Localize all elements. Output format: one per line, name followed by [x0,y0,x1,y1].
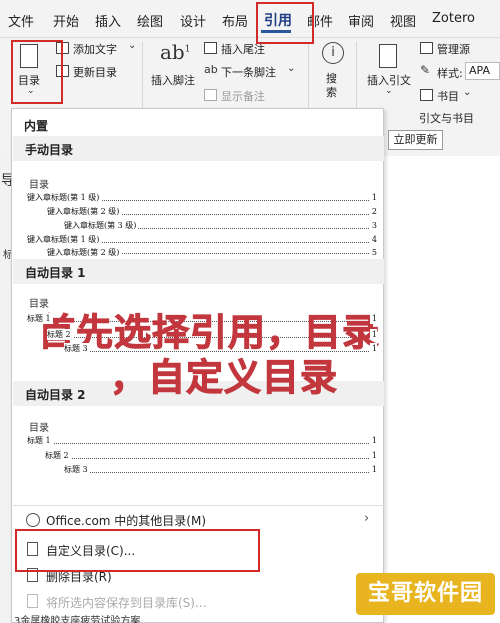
manage-sources-icon [420,42,433,54]
toc-preview-line: 键入章标题(第 2 级) 5 [47,247,377,256]
active-tab-indicator [261,30,291,33]
toc-preview-line: 标题 11 [27,435,377,446]
custom-toc-icon [27,542,38,556]
tab-home[interactable]: 开始 [53,11,79,30]
document-title-text: 3金属橡胶支座疲劳试验方案 [14,616,141,623]
document-area [388,156,500,623]
add-text-button[interactable]: 添加文字 [73,41,117,57]
tab-insert[interactable]: 插入 [95,11,121,30]
tab-design[interactable]: 设计 [180,11,206,30]
chevron-right-icon: › [364,511,370,526]
insert-citation-icon [379,44,397,68]
toc-preview-title: 目录 [29,423,49,434]
insert-footnote-button[interactable]: 插入脚注 [151,72,195,88]
remove-toc-icon [27,568,38,582]
show-notes-button[interactable]: 显示备注 [221,88,265,104]
toc-preview-line: 键入章标题(第 3 级) 3 [64,220,377,231]
auto-toc-2-gallery-item[interactable]: 目录 标题 11 标题 21 标题 31 [17,409,383,489]
bibliography-button[interactable]: 书目 [437,88,459,104]
update-toc-icon [56,65,69,77]
tab-zotero[interactable]: Zotero [432,11,475,26]
tab-file[interactable]: 文件 [8,11,34,30]
overlay-instruction-line2: ，自定义目录 [110,356,338,400]
toc-preview-line: 键入章标题(第 2 级) 2 [47,206,377,217]
next-footnote-button[interactable]: 下一条脚注 [221,64,276,80]
search-button[interactable]: 搜索 [326,72,340,100]
globe-icon [26,513,40,527]
manual-toc-gallery-item[interactable]: 目录 键入章标题(第 1 级) 1 键入章标题(第 2 级) 2 键入章标题(第 3… [17,166,383,256]
manual-toc-header: 手动目录 [13,136,384,161]
builtin-section-label: 内置 [24,119,49,133]
add-text-chevron-icon[interactable]: ⌄ [128,41,136,51]
remove-toc-menu-item[interactable]: 删除目录(R) [12,565,372,587]
word-window: 文件 开始 插入 绘图 设计 布局 引用 邮件 审阅 视图 Zotero 目录 … [0,0,500,623]
style-label: 样式: [437,67,463,80]
custom-toc-menu-item[interactable]: 自定义目录(C)... [12,539,372,561]
save-selection-menu-item[interactable]: 将所选内容保存到目录库(S)... [12,591,372,613]
toc-icon [20,44,38,68]
bibliography-chevron-icon[interactable]: ⌄ [463,88,471,98]
menu-divider [13,505,384,506]
insert-citation-chevron-icon[interactable]: ⌄ [385,87,393,96]
footnote-ab-icon: ab1 [160,40,191,64]
toc-preview-title: 目录 [29,180,49,191]
toc-preview-line: 键入章标题(第 1 级) 1 [27,192,377,203]
add-text-icon [56,42,69,54]
save-to-gallery-icon [27,594,38,608]
citations-group-label: 引文与书目 [419,112,474,125]
watermark-logo: 宝哥软件园 [356,573,495,615]
manage-sources-button[interactable]: 管理源 [437,41,470,57]
style-icon: ✎ [420,63,431,77]
next-footnote-chevron-icon[interactable]: ⌄ [287,64,295,74]
toc-preview-line: 键入章标题(第 1 级) 4 [27,234,377,245]
search-icon: i [322,42,344,64]
next-footnote-icon: ab [204,63,218,76]
more-toc-menu-item[interactable]: Office.com 中的其他目录(M) › [12,509,372,531]
tab-layout[interactable]: 布局 [222,11,248,30]
bibliography-icon [420,89,433,101]
toc-preview-line: 标题 21 [45,450,377,461]
update-toc-button[interactable]: 更新目录 [73,64,117,80]
toc-preview-line: 标题 31 [64,464,377,475]
tab-mailings[interactable]: 邮件 [307,11,333,30]
auto-toc-1-header: 自动目录 1 [13,259,384,284]
show-notes-icon [204,89,217,101]
style-select[interactable]: APA [465,62,500,80]
menu-bar: 文件 开始 插入 绘图 设计 布局 引用 邮件 审阅 视图 Zotero [0,0,500,38]
tab-draw[interactable]: 绘图 [137,11,163,30]
tab-view[interactable]: 视图 [390,11,416,30]
update-now-button[interactable]: 立即更新 [388,130,443,150]
insert-endnote-icon [204,42,217,54]
toc-dropdown-chevron-icon[interactable]: ⌄ [27,87,35,96]
tab-references[interactable]: 引用 [264,10,292,30]
insert-endnote-button[interactable]: 插入尾注 [221,41,265,57]
tab-review[interactable]: 审阅 [348,11,374,30]
